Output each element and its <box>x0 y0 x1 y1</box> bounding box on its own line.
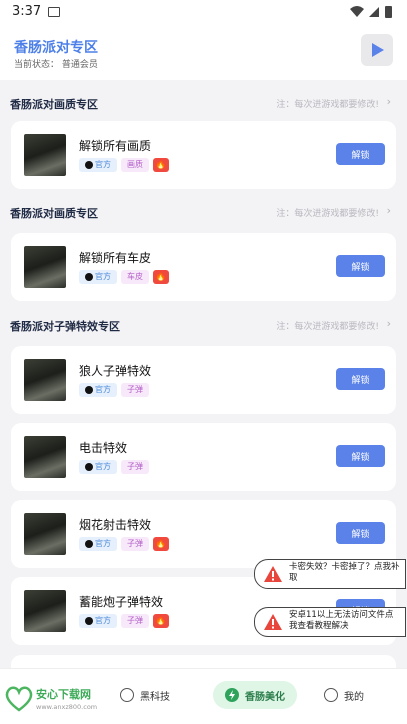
item-tags: 官方 子弹 🔥 <box>79 614 169 628</box>
fire-icon: 🔥 <box>153 537 169 551</box>
signal-icon <box>369 7 379 17</box>
section-title: 香肠派对画质专区 <box>10 98 98 111</box>
status-time: 3:37 <box>12 4 42 19</box>
item-name: 解锁所有车皮 <box>79 251 152 265</box>
item-tags: 官方 车皮 🔥 <box>79 270 169 284</box>
list-item: 解锁所有车皮 官方 车皮 🔥 解锁 <box>11 233 396 301</box>
tag-official: 官方 <box>79 460 117 474</box>
unlock-button[interactable]: 解锁 <box>336 368 385 390</box>
chevron-right-icon: › <box>386 95 391 108</box>
nav-item-sausage-beautify[interactable]: 香肠美化 <box>213 681 297 709</box>
status-icons <box>350 6 392 18</box>
unlock-button[interactable]: 解锁 <box>336 255 385 277</box>
item-tags: 官方 子弹 🔥 <box>79 537 169 551</box>
list-item: 狼人子弹特效 官方 子弹 解锁 <box>11 346 396 414</box>
list-item: 烟花射击特效 官方 子弹 🔥 解锁 <box>11 500 396 568</box>
nav-item-black-tech[interactable]: 黑科技 <box>120 681 170 709</box>
item-thumbnail <box>24 513 66 555</box>
bottom-nav: 安心下载网 www.anxz800.com 黑科技 香肠美化 我的 <box>0 668 407 724</box>
tag-official: 官方 <box>79 270 117 284</box>
toast-android11[interactable]: 安卓11以上无法访问文件点我查看教程解决 <box>254 607 406 637</box>
battery-icon <box>385 6 392 18</box>
tag-category: 画质 <box>121 158 149 172</box>
official-dot-icon <box>85 617 93 625</box>
watermark-logo: 安心下载网 www.anxz800.com <box>2 673 102 719</box>
tag-official: 官方 <box>79 383 117 397</box>
unlock-button[interactable]: 解锁 <box>336 445 385 467</box>
item-name: 狼人子弹特效 <box>79 364 152 378</box>
toast-text: 卡密失效？卡密掉了？点我补取 <box>289 562 400 583</box>
page-title: 香肠派对专区 <box>14 40 98 56</box>
section-header-skin[interactable]: 香肠派对画质专区 注：每次进游戏都要修改! › <box>0 203 407 225</box>
toast-text: 安卓11以上无法访问文件点我查看教程解决 <box>289 610 394 631</box>
nav-item-mine[interactable]: 我的 <box>324 681 364 709</box>
official-dot-icon <box>85 540 93 548</box>
app-header: 香肠派对专区 当前状态： 普通会员 <box>0 24 407 80</box>
nav-label: 黑科技 <box>140 691 170 703</box>
section-header-quality[interactable]: 香肠派对画质专区 注：每次进游戏都要修改! › <box>0 94 407 116</box>
tag-category: 子弹 <box>121 537 149 551</box>
section-note: 注：每次进游戏都要修改! <box>276 100 379 110</box>
compass-icon <box>120 688 134 702</box>
tag-category: 子弹 <box>121 460 149 474</box>
item-name: 蓄能炮子弹特效 <box>79 595 164 609</box>
warning-icon <box>264 566 282 582</box>
play-button[interactable] <box>361 34 393 66</box>
item-tags: 官方 子弹 <box>79 460 149 474</box>
section-note: 注：每次进游戏都要修改! <box>276 209 379 219</box>
unlock-button[interactable]: 解锁 <box>336 522 385 544</box>
warning-icon <box>264 614 282 630</box>
member-status: 当前状态： 普通会员 <box>14 60 98 70</box>
chevron-right-icon: › <box>386 204 391 217</box>
watermark-url: www.anxz800.com <box>36 703 98 711</box>
item-name: 电击特效 <box>79 441 128 455</box>
fire-icon: 🔥 <box>153 158 169 172</box>
sd-card-icon <box>48 7 60 17</box>
tag-official: 官方 <box>79 158 117 172</box>
tag-category: 子弹 <box>121 383 149 397</box>
section-note: 注：每次进游戏都要修改! <box>276 322 379 332</box>
bolt-icon <box>225 688 239 702</box>
chevron-right-icon: › <box>386 317 391 330</box>
heart-logo-icon <box>5 686 33 712</box>
item-name: 烟花射击特效 <box>79 518 152 532</box>
item-tags: 官方 子弹 <box>79 383 149 397</box>
tag-category: 子弹 <box>121 614 149 628</box>
section-title: 香肠派对子弹特效专区 <box>10 320 120 333</box>
item-name: 解锁所有画质 <box>79 139 152 153</box>
tag-official: 官方 <box>79 614 117 628</box>
tag-official: 官方 <box>79 537 117 551</box>
fire-icon: 🔥 <box>153 614 169 628</box>
item-thumbnail <box>24 359 66 401</box>
section-header-bullet[interactable]: 香肠派对子弹特效专区 注：每次进游戏都要修改! › <box>0 316 407 338</box>
wifi-icon <box>350 6 364 17</box>
item-thumbnail <box>24 134 66 176</box>
toast-card-invalid[interactable]: 卡密失效？卡密掉了？点我补取 <box>254 559 406 589</box>
tag-category: 车皮 <box>121 270 149 284</box>
list-item: 电击特效 官方 子弹 解锁 <box>11 423 396 491</box>
item-tags: 官方 画质 🔥 <box>79 158 169 172</box>
fire-icon: 🔥 <box>153 270 169 284</box>
more-icon <box>324 688 338 702</box>
nav-label: 我的 <box>344 691 364 703</box>
official-dot-icon <box>85 161 93 169</box>
play-icon <box>372 43 384 57</box>
section-title: 香肠派对画质专区 <box>10 207 98 220</box>
watermark-name: 安心下载网 <box>36 688 91 701</box>
item-thumbnail <box>24 246 66 288</box>
official-dot-icon <box>85 386 93 394</box>
item-thumbnail <box>24 590 66 632</box>
official-dot-icon <box>85 273 93 281</box>
nav-label: 香肠美化 <box>245 691 285 703</box>
list-item: 解锁所有画质 官方 画质 🔥 解锁 <box>11 121 396 189</box>
item-thumbnail <box>24 436 66 478</box>
official-dot-icon <box>85 463 93 471</box>
status-bar: 3:37 <box>0 0 407 24</box>
unlock-button[interactable]: 解锁 <box>336 143 385 165</box>
